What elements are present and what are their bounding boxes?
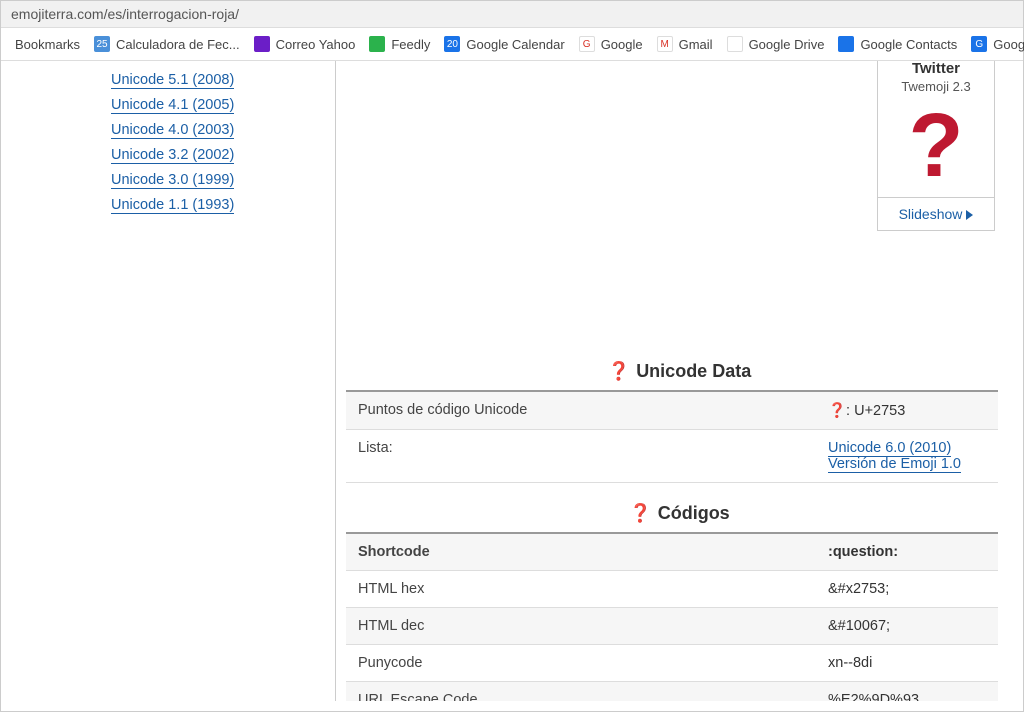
bookmark-favicon: 25: [94, 36, 110, 52]
sidebar-link[interactable]: Unicode 3.2 (2002): [111, 147, 234, 164]
table-value: xn--8di: [816, 645, 998, 682]
play-icon: [966, 210, 973, 220]
bookmark-label: Google Drive: [749, 37, 825, 52]
sidebar-link[interactable]: Unicode 4.0 (2003): [111, 122, 234, 139]
unicode-data-heading: ❓ Unicode Data: [346, 361, 1013, 382]
sidebar: Unicode 5.1 (2008) Unicode 4.1 (2005) Unic…: [1, 61, 336, 701]
bookmark-item[interactable]: G Google: [579, 36, 643, 52]
url-bar[interactable]: emojiterra.com/es/interrogacion-roja/: [1, 1, 1023, 28]
bookmarks-button[interactable]: Bookmarks: [15, 37, 80, 52]
emoji-card-vendor: Twitter: [878, 61, 994, 77]
bookmark-item[interactable]: G Google Noticias: [971, 36, 1024, 52]
sidebar-link[interactable]: Unicode 5.1 (2008): [111, 72, 234, 89]
table-value: &#x2753;: [816, 571, 998, 608]
table-key: Punycode: [346, 645, 816, 682]
bookmark-label: Gmail: [679, 37, 713, 52]
table-row: HTML hex&#x2753;: [346, 571, 998, 608]
table-row: HTML dec&#10067;: [346, 608, 998, 645]
main-column: Twitter Twemoji 2.3 ? Slideshow ❓ Unicod…: [336, 61, 1023, 701]
question-icon: ❓: [608, 361, 630, 382]
bookmark-item[interactable]: Google Contacts: [838, 36, 957, 52]
bookmark-label: Google Contacts: [860, 37, 957, 52]
bookmark-favicon: G: [971, 36, 987, 52]
table-value: :question:: [816, 533, 998, 571]
sidebar-link[interactable]: Unicode 1.1 (1993): [111, 197, 234, 214]
emoji-card-image: ?: [878, 100, 994, 197]
table-link[interactable]: Unicode 6.0 (2010): [828, 440, 951, 457]
table-key: URL Escape Code: [346, 682, 816, 702]
table-row: URL Escape Code%E2%9D%93: [346, 682, 998, 702]
bookmark-label: Google: [601, 37, 643, 52]
bookmark-item[interactable]: Google Drive: [727, 36, 825, 52]
bookmark-item[interactable]: Feedly: [369, 36, 430, 52]
page-content: Unicode 5.1 (2008) Unicode 4.1 (2005) Unic…: [1, 61, 1023, 701]
table-value: &#10067;: [816, 608, 998, 645]
unicode-data-table: Puntos de código Unicode❓: U+2753Lista:U…: [346, 390, 998, 483]
table-value: %E2%9D%93: [816, 682, 998, 702]
table-link[interactable]: Versión de Emoji 1.0: [828, 456, 961, 473]
table-key: Shortcode: [346, 533, 816, 571]
sidebar-link[interactable]: Unicode 3.0 (1999): [111, 172, 234, 189]
table-key: HTML dec: [346, 608, 816, 645]
bookmark-favicon: [727, 36, 743, 52]
codigos-heading: ❓ Códigos: [346, 503, 1013, 524]
url-text: emojiterra.com/es/interrogacion-roja/: [11, 6, 239, 22]
table-row: Puntos de código Unicode❓: U+2753: [346, 391, 998, 430]
table-key: Puntos de código Unicode: [346, 391, 816, 430]
bookmark-item[interactable]: 20 Google Calendar: [444, 36, 564, 52]
bookmark-label: Calculadora de Fec...: [116, 37, 240, 52]
table-value: Unicode 6.0 (2010)Versión de Emoji 1.0: [816, 430, 998, 483]
bookmark-label: Feedly: [391, 37, 430, 52]
table-row: Shortcode:question:: [346, 533, 998, 571]
bookmark-favicon: [254, 36, 270, 52]
bookmark-item[interactable]: M Gmail: [657, 36, 713, 52]
emoji-preview-card: Twitter Twemoji 2.3 ? Slideshow: [877, 61, 995, 231]
table-value: ❓: U+2753: [816, 391, 998, 430]
bookmark-item[interactable]: Correo Yahoo: [254, 36, 356, 52]
bookmark-favicon: G: [579, 36, 595, 52]
bookmarks-bar: Bookmarks 25 Calculadora de Fec... Correo …: [1, 28, 1023, 61]
table-row: Lista:Unicode 6.0 (2010)Versión de Emoji…: [346, 430, 998, 483]
bookmark-favicon: [838, 36, 854, 52]
bookmark-label: Google Noticias: [993, 37, 1024, 52]
bookmark-label: Google Calendar: [466, 37, 564, 52]
codigos-table: Shortcode:question:HTML hex&#x2753;HTML …: [346, 532, 998, 701]
bookmark-favicon: 20: [444, 36, 460, 52]
sidebar-link[interactable]: Unicode 4.1 (2005): [111, 97, 234, 114]
bookmark-label: Correo Yahoo: [276, 37, 356, 52]
bookmark-item[interactable]: 25 Calculadora de Fec...: [94, 36, 240, 52]
table-key: HTML hex: [346, 571, 816, 608]
question-icon: ❓: [629, 503, 651, 524]
bookmark-favicon: M: [657, 36, 673, 52]
bookmark-favicon: [369, 36, 385, 52]
question-mark-glyph: ?: [878, 106, 994, 187]
slideshow-button[interactable]: Slideshow: [878, 197, 994, 230]
table-row: Punycodexn--8di: [346, 645, 998, 682]
table-key: Lista:: [346, 430, 816, 483]
